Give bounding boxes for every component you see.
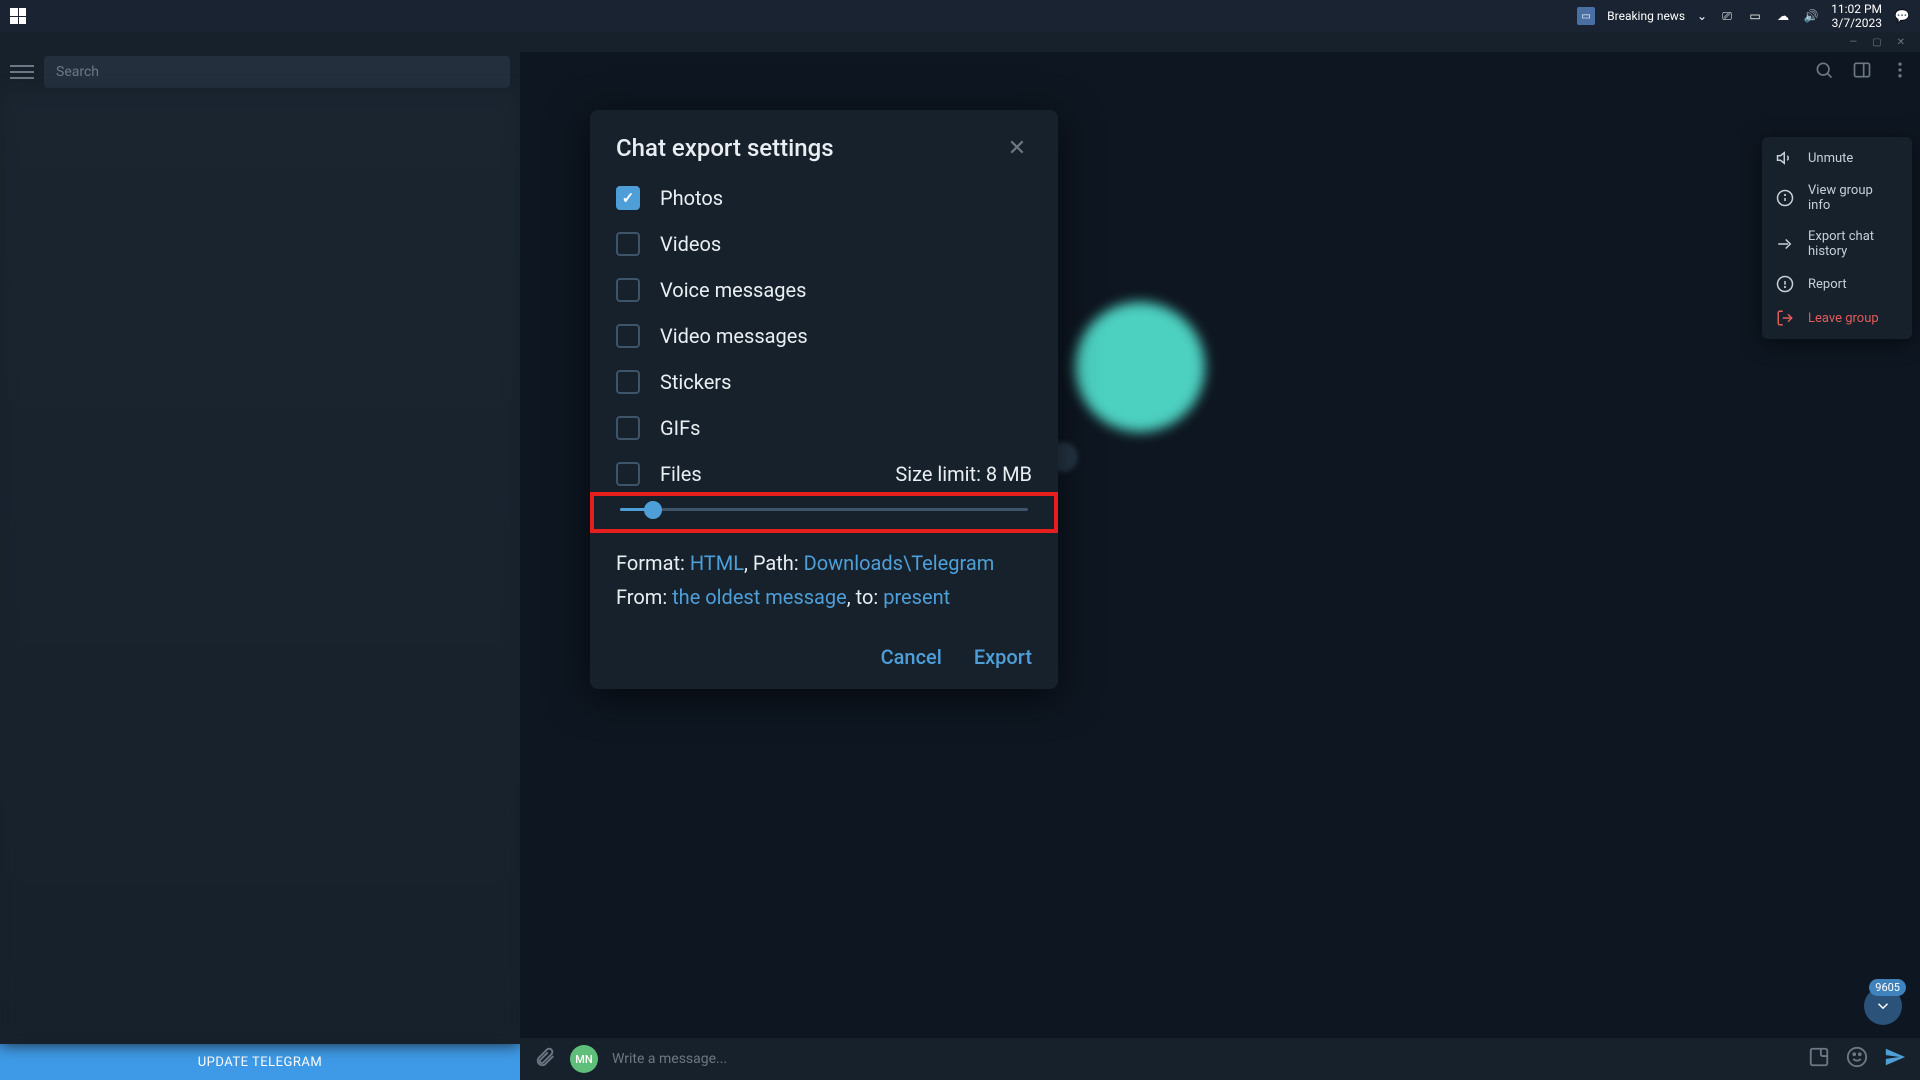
dialog-overlay: Chat export settings ✕ Photos Videos Voi… (0, 0, 1920, 1080)
checkbox-video-msg[interactable] (616, 324, 640, 348)
size-limit-slider-highlighted (590, 492, 1058, 533)
cancel-button[interactable]: Cancel (881, 645, 942, 669)
format-path-line: Format: HTML, Path: Downloads\Telegram (616, 551, 1032, 575)
checkbox-videos[interactable] (616, 232, 640, 256)
option-stickers[interactable]: Stickers (616, 370, 1032, 394)
menu-export-chat-history[interactable]: Export chat history (1762, 221, 1912, 267)
context-menu: Unmute View group info Export chat histo… (1762, 137, 1912, 339)
to-link[interactable]: present (883, 585, 950, 609)
checkbox-photos[interactable] (616, 186, 640, 210)
dialog-title: Chat export settings (616, 134, 834, 162)
option-photos[interactable]: Photos (616, 186, 1032, 210)
menu-report[interactable]: Report (1762, 267, 1912, 301)
format-link[interactable]: HTML (690, 551, 744, 575)
size-limit-slider[interactable] (620, 508, 1028, 511)
menu-view-group-info[interactable]: View group info (1762, 175, 1912, 221)
from-to-line: From: the oldest message, to: present (616, 585, 1032, 609)
close-icon[interactable]: ✕ (1002, 136, 1032, 161)
size-limit-label: Size limit: 8 MB (895, 462, 1032, 486)
checkbox-voice[interactable] (616, 278, 640, 302)
menu-unmute[interactable]: Unmute (1762, 141, 1912, 175)
option-voice-messages[interactable]: Voice messages (616, 278, 1032, 302)
path-link[interactable]: Downloads\Telegram (804, 551, 995, 575)
export-button[interactable]: Export (974, 645, 1032, 669)
option-files[interactable]: Files Size limit: 8 MB (616, 462, 1032, 486)
chat-export-settings-dialog: Chat export settings ✕ Photos Videos Voi… (590, 110, 1058, 689)
checkbox-gifs[interactable] (616, 416, 640, 440)
checkbox-files[interactable] (616, 462, 640, 486)
menu-leave-group[interactable]: Leave group (1762, 301, 1912, 335)
from-link[interactable]: the oldest message (672, 585, 847, 609)
option-gifs[interactable]: GIFs (616, 416, 1032, 440)
option-videos[interactable]: Videos (616, 232, 1032, 256)
checkbox-stickers[interactable] (616, 370, 640, 394)
slider-thumb[interactable] (644, 501, 662, 519)
option-video-messages[interactable]: Video messages (616, 324, 1032, 348)
